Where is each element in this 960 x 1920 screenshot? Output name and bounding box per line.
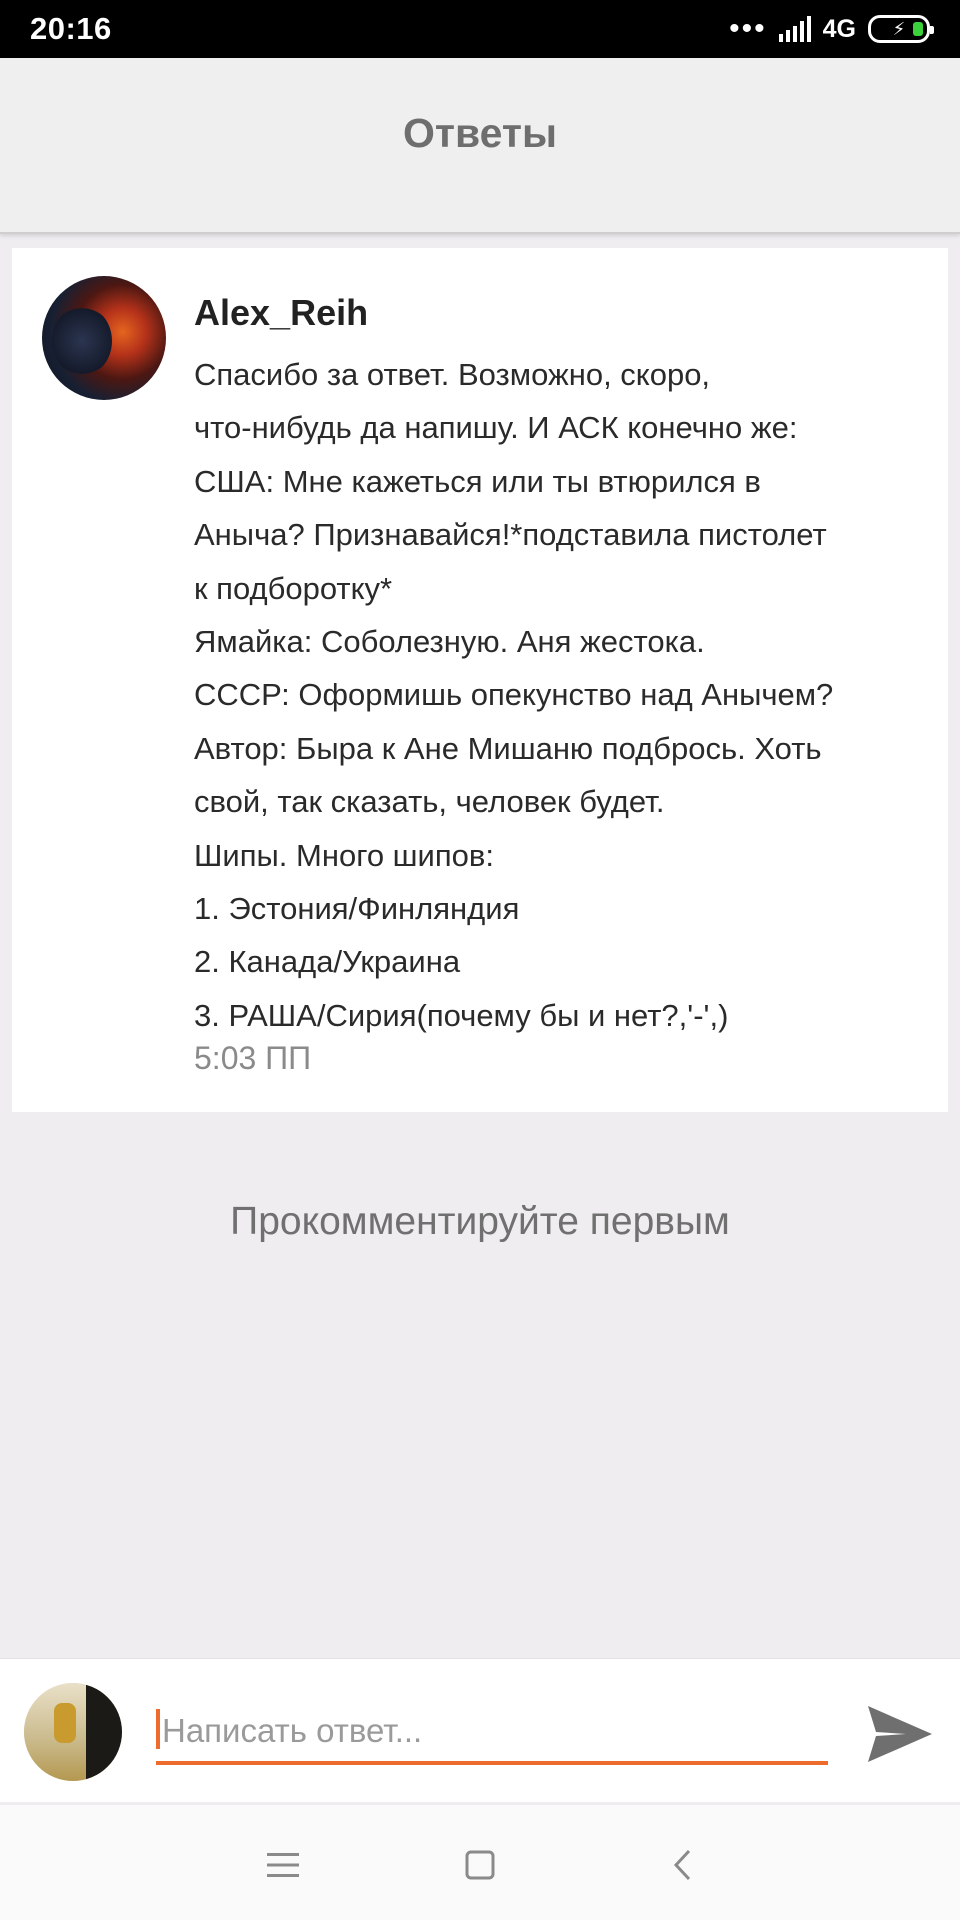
author-avatar[interactable]	[42, 276, 166, 400]
app-bar: Ответы	[0, 58, 960, 234]
comment-line: свой, так сказать, человек будет.	[194, 784, 665, 820]
reply-input[interactable]	[162, 1703, 822, 1759]
send-button[interactable]	[862, 1699, 938, 1769]
status-bar: 20:16 ••• 4G ⚡	[0, 0, 960, 58]
status-time: 20:16	[30, 11, 112, 46]
page-title: Ответы	[403, 109, 557, 156]
back-button[interactable]	[652, 1835, 712, 1895]
signal-strength-icon	[778, 16, 811, 42]
text-cursor	[156, 1709, 160, 1749]
status-indicators: ••• 4G ⚡	[729, 12, 934, 45]
comment-card: Alex_Reih Спасибо за ответ. Возможно, ск…	[12, 248, 948, 1112]
author-name[interactable]: Alex_Reih	[194, 292, 368, 334]
network-type-label: 4G	[822, 14, 856, 43]
comment-line: СССР: Оформишь опекунство над Анычем?	[194, 677, 834, 713]
battery-icon: ⚡	[868, 15, 934, 43]
comment-line: США: Мне кажеться или ты втюрился в	[194, 463, 761, 499]
comment-timestamp: 5:03 ПП	[194, 1040, 312, 1076]
send-icon	[868, 1706, 932, 1762]
battery-level	[913, 22, 923, 36]
comment-line: Шипы. Много шипов:	[194, 837, 494, 873]
back-chevron-icon	[673, 1849, 691, 1881]
comment-line: Аныча? Признавайся!*подставила пистолет	[194, 517, 827, 553]
more-notifications-icon: •••	[729, 12, 767, 45]
menu-icon	[267, 1853, 299, 1877]
comment-body: Спасибо за ответ. Возможно, скоро, что-н…	[194, 348, 934, 1042]
comment-line: Ямайка: Соболезную. Аня жестока.	[194, 623, 705, 659]
comment-line: 1. Эстония/Финляндия	[194, 890, 520, 926]
reply-input-container	[156, 1703, 828, 1765]
reply-bar	[0, 1658, 960, 1802]
current-user-avatar	[24, 1683, 122, 1781]
comment-line: 2. Канада/Украина	[194, 944, 461, 980]
charging-bolt-icon: ⚡	[892, 18, 906, 39]
empty-replies-note: Прокомментируйте первым	[230, 1200, 730, 1243]
home-button[interactable]	[450, 1835, 510, 1895]
comment-line: к подборотку*	[194, 570, 393, 606]
system-navigation-bar	[0, 1804, 960, 1920]
menu-button[interactable]	[253, 1835, 313, 1895]
comment-line: 3. РАША/Сирия(почему бы и нет?,'-',)	[194, 997, 729, 1033]
comment-line: что-нибудь да напишу. И АСК конечно же:	[194, 410, 798, 446]
home-square-icon	[465, 1850, 495, 1880]
comment-line: Автор: Быра к Ане Мишаню подбрось. Хоть	[194, 730, 822, 766]
comment-line: Спасибо за ответ. Возможно, скоро,	[194, 357, 711, 392]
